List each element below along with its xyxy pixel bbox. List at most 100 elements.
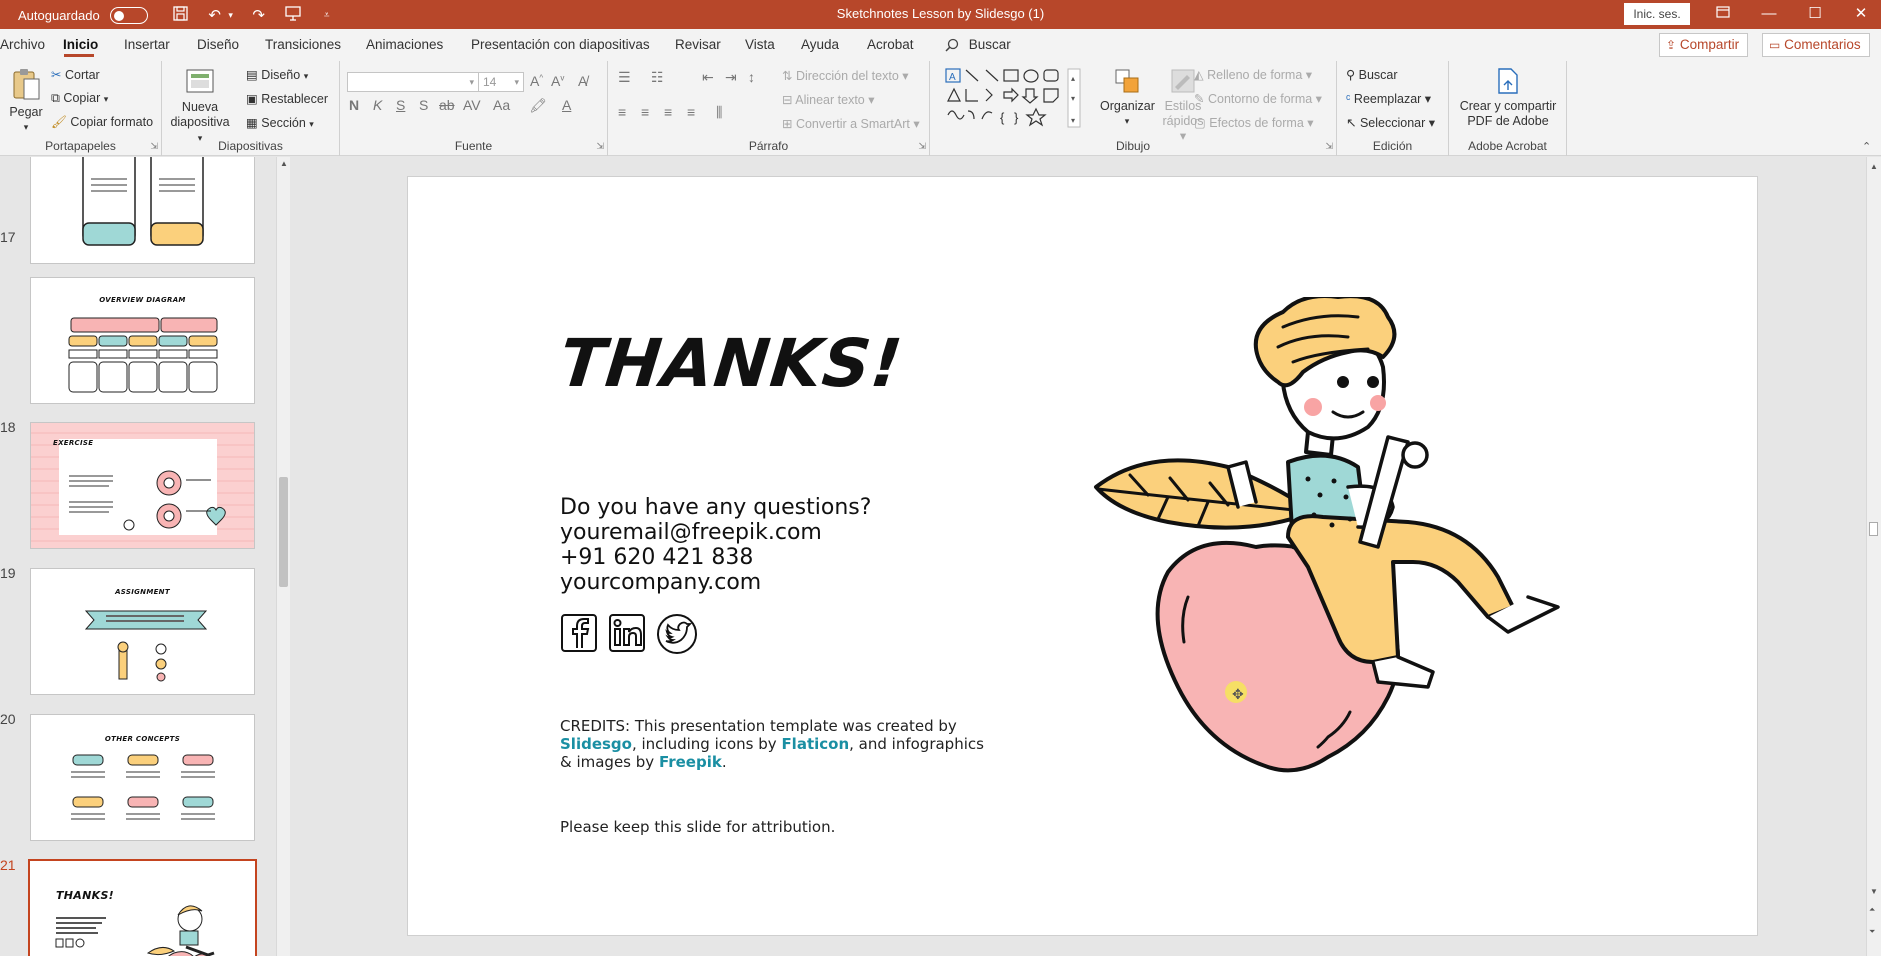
- sign-in-button[interactable]: Inic. ses.: [1624, 3, 1690, 25]
- reset-button[interactable]: ▣ Restablecer: [246, 91, 328, 106]
- autosave-toggle[interactable]: [109, 7, 148, 24]
- save-icon[interactable]: [170, 6, 192, 25]
- change-case-icon[interactable]: Aa: [493, 97, 510, 113]
- ribbon-display-options-icon[interactable]: [1700, 2, 1746, 26]
- tab-ayuda[interactable]: Ayuda: [801, 37, 839, 52]
- clear-formatting-icon[interactable]: A̸: [578, 73, 587, 89]
- collapse-ribbon-icon[interactable]: ⌃: [1862, 140, 1871, 153]
- cut-button[interactable]: ✂ Cortar: [51, 67, 100, 82]
- attribution-note[interactable]: Please keep this slide for attribution.: [560, 818, 835, 836]
- arrange-button[interactable]: Organizar ▾: [1100, 67, 1155, 129]
- bullets-icon[interactable]: ☰: [618, 69, 631, 86]
- slide-thumbnail-18[interactable]: EXERCISE: [30, 422, 255, 549]
- canvas-scrollbar[interactable]: ▲ ▼ ⏶ ⏷: [1866, 157, 1881, 956]
- boy-on-apple-illustration[interactable]: ✥: [1088, 297, 1568, 797]
- slidesgo-link[interactable]: Slidesgo: [560, 735, 632, 753]
- tab-transiciones[interactable]: Transiciones: [265, 37, 341, 52]
- dialog-launcher-icon[interactable]: ⇲: [596, 141, 604, 152]
- freepik-link[interactable]: Freepik: [659, 753, 722, 771]
- tell-me-search[interactable]: Buscar: [945, 37, 1011, 52]
- dialog-launcher-icon[interactable]: ⇲: [150, 141, 158, 152]
- previous-slide-icon[interactable]: ⏶: [1869, 905, 1875, 915]
- comments-button[interactable]: ▭ Comentarios: [1762, 33, 1870, 57]
- present-from-start-icon[interactable]: [282, 6, 304, 25]
- replace-button[interactable]: ᶜ Reemplazar ▾: [1346, 91, 1431, 106]
- shape-effects-button[interactable]: ▢ Efectos de forma ▾: [1194, 115, 1314, 130]
- select-button[interactable]: ↖ Seleccionar ▾: [1346, 115, 1435, 130]
- slide-thumbnail-16[interactable]: [30, 157, 255, 264]
- redo-icon[interactable]: ↷: [248, 7, 270, 24]
- dialog-launcher-icon[interactable]: ⇲: [918, 141, 926, 152]
- tab-animaciones[interactable]: Animaciones: [366, 37, 443, 52]
- text-direction-button[interactable]: ⇅ Dirección del texto ▾: [782, 68, 909, 83]
- maximize-icon[interactable]: ☐: [1792, 2, 1838, 26]
- shadow-icon[interactable]: S: [419, 97, 428, 113]
- slide-thumbnail-19[interactable]: ASSIGNMENT: [30, 568, 255, 695]
- align-center-icon[interactable]: ≡: [641, 104, 649, 120]
- highlight-icon[interactable]: 🖍: [529, 97, 547, 114]
- tab-vista[interactable]: Vista: [745, 37, 775, 52]
- new-slide-button[interactable]: Nueva diapositiva ▾: [170, 66, 230, 146]
- justify-icon[interactable]: ≡: [687, 104, 695, 120]
- numbering-icon[interactable]: ☷: [651, 69, 664, 86]
- scroll-up-icon[interactable]: ▲: [1870, 162, 1878, 171]
- tab-inicio[interactable]: Inicio: [63, 37, 98, 52]
- share-button[interactable]: ⇪ Compartir: [1659, 33, 1749, 57]
- format-painter-button[interactable]: 🖌 Copiar formato: [51, 115, 153, 130]
- contact-text-box[interactable]: Do you have any questions? youremail@fre…: [560, 495, 871, 595]
- font-size-combo[interactable]: 14 ▾: [478, 72, 524, 92]
- dialog-launcher-icon[interactable]: ⇲: [1325, 141, 1333, 152]
- slide-21[interactable]: THANKS! Do you have any questions? youre…: [407, 176, 1758, 936]
- increase-indent-icon[interactable]: ⇥: [725, 69, 737, 86]
- tab-acrobat[interactable]: Acrobat: [867, 37, 914, 52]
- shape-fill-button[interactable]: ◭ Relleno de forma ▾: [1194, 67, 1312, 82]
- font-name-combo[interactable]: ▾: [347, 72, 479, 92]
- tab-presentacion[interactable]: Presentación con diapositivas: [471, 37, 650, 52]
- flaticon-link[interactable]: Flaticon: [781, 735, 849, 753]
- create-share-pdf-button[interactable]: Crear y compartir PDF de Adobe: [1453, 67, 1563, 129]
- linkedin-icon[interactable]: [608, 613, 646, 653]
- find-button[interactable]: ⚲ Buscar: [1346, 67, 1398, 82]
- align-text-button[interactable]: ⊟ Alinear texto ▾: [782, 92, 875, 107]
- strikethrough-icon[interactable]: ab: [439, 97, 455, 113]
- decrease-font-icon[interactable]: Av: [551, 73, 564, 89]
- next-slide-icon[interactable]: ⏷: [1869, 927, 1875, 937]
- character-spacing-icon[interactable]: AV: [463, 97, 481, 113]
- tab-revisar[interactable]: Revisar: [675, 37, 721, 52]
- close-icon[interactable]: ✕: [1838, 2, 1881, 26]
- slide-title[interactable]: THANKS!: [556, 325, 906, 402]
- layout-button[interactable]: ▤ Diseño ▾: [246, 67, 308, 82]
- align-right-icon[interactable]: ≡: [664, 104, 672, 120]
- slide-thumbnail-21[interactable]: THANKS!: [28, 859, 257, 956]
- paste-button[interactable]: Pegar ▾: [6, 67, 46, 135]
- line-spacing-icon[interactable]: ↕: [748, 69, 755, 85]
- underline-icon[interactable]: S: [396, 97, 405, 113]
- bold-icon[interactable]: N: [349, 97, 359, 113]
- section-button[interactable]: ▦ Sección ▾: [246, 115, 314, 130]
- tab-insertar[interactable]: Insertar: [124, 37, 170, 52]
- shape-outline-button[interactable]: ✎ Contorno de forma ▾: [1194, 91, 1322, 106]
- scroll-thumb[interactable]: [279, 477, 288, 587]
- increase-font-icon[interactable]: A^: [530, 73, 543, 89]
- facebook-icon[interactable]: [560, 613, 598, 653]
- undo-icon[interactable]: ↶: [204, 7, 226, 24]
- italic-icon[interactable]: K: [373, 97, 382, 113]
- tab-archivo[interactable]: Archivo: [0, 37, 45, 52]
- tab-diseno[interactable]: Diseño: [197, 37, 239, 52]
- shapes-gallery[interactable]: A {} ▴ ▾ ▾: [944, 67, 1082, 129]
- credits-text-box[interactable]: CREDITS: This presentation template was …: [560, 717, 984, 771]
- align-left-icon[interactable]: ≡: [618, 104, 626, 120]
- scroll-down-icon[interactable]: ▼: [1870, 887, 1878, 896]
- customize-toolbar-icon[interactable]: ⩡: [316, 7, 338, 24]
- decrease-indent-icon[interactable]: ⇤: [702, 69, 714, 86]
- scroll-up-icon[interactable]: ▲: [280, 159, 288, 168]
- twitter-icon[interactable]: [656, 613, 698, 655]
- slide-thumbnail-17[interactable]: OVERVIEW DIAGRAM: [30, 277, 255, 404]
- canvas-scroll-thumb[interactable]: [1869, 522, 1878, 536]
- minimize-icon[interactable]: —: [1746, 2, 1792, 26]
- font-color-icon[interactable]: A: [562, 97, 571, 113]
- thumbnails-scrollbar[interactable]: ▲: [276, 157, 290, 956]
- undo-dropdown-icon[interactable]: ▾: [226, 7, 236, 24]
- slide-thumbnail-20[interactable]: OTHER CONCEPTS: [30, 714, 255, 841]
- columns-icon[interactable]: ⫼: [716, 104, 722, 121]
